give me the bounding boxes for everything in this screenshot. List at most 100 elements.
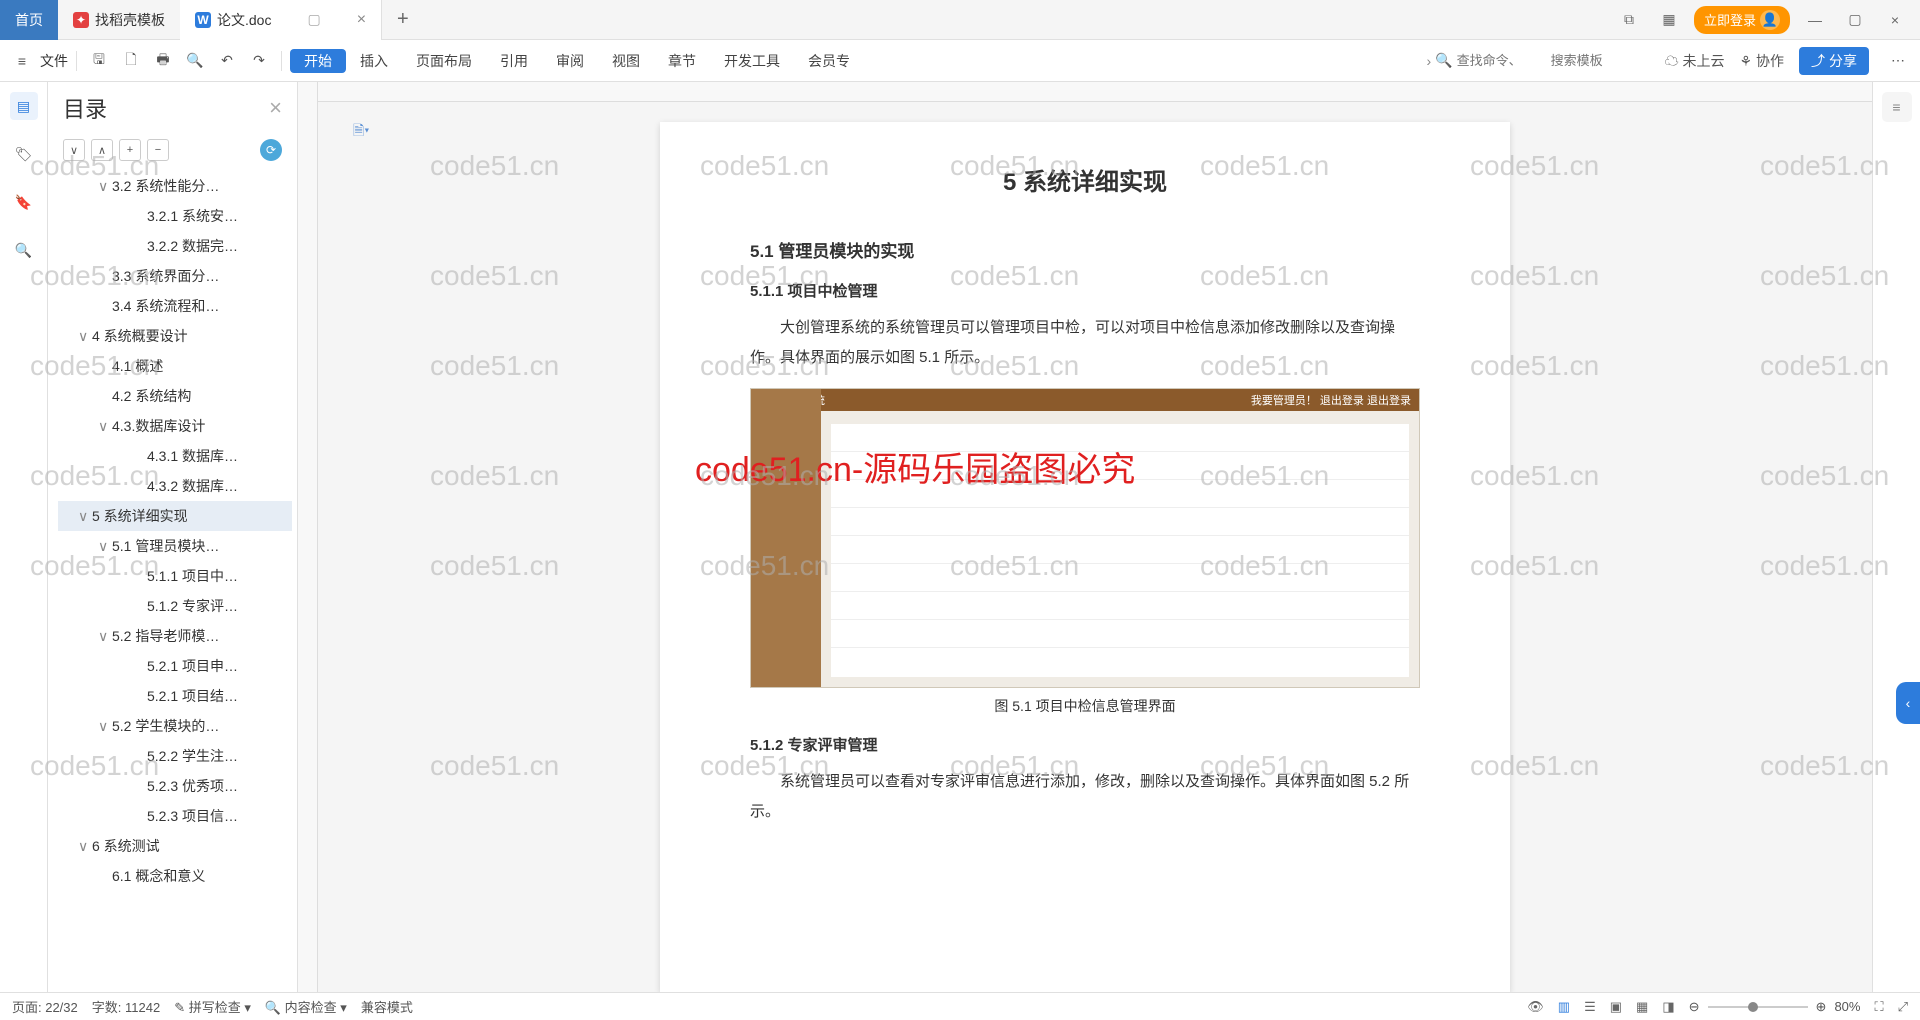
outline-tab-icon[interactable]: ▤: [10, 92, 38, 120]
menu-插入[interactable]: 插入: [346, 49, 402, 73]
settings-panel-icon[interactable]: ≡: [1882, 92, 1912, 122]
outline-item[interactable]: 5.2.2 学生注…: [58, 741, 292, 771]
search-commands-input[interactable]: [1457, 53, 1547, 68]
minimize-icon[interactable]: —: [1800, 12, 1830, 28]
side-handle[interactable]: ‹: [1896, 682, 1920, 724]
outline-item[interactable]: 3.4 系统流程和…: [58, 291, 292, 321]
outline-item[interactable]: 3.3 系统界面分…: [58, 261, 292, 291]
outline-item[interactable]: 4.2 系统结构: [58, 381, 292, 411]
maximize-icon[interactable]: ▢: [1840, 11, 1870, 28]
sync-badge-icon[interactable]: ⟳: [260, 139, 282, 161]
menu-开始[interactable]: 开始: [290, 49, 346, 73]
outline-item[interactable]: ∨6 系统测试: [58, 831, 292, 861]
chevron-down-icon[interactable]: ∨: [78, 838, 92, 855]
word-count[interactable]: 字数: 11242: [92, 997, 160, 1016]
tab-document[interactable]: W 论文.doc ▢ ×: [180, 0, 382, 40]
menu-章节[interactable]: 章节: [654, 49, 710, 73]
tab-home[interactable]: 首页: [0, 0, 58, 40]
layout1-icon[interactable]: ⧉: [1614, 11, 1644, 28]
close-panel-icon[interactable]: ×: [269, 95, 282, 121]
eye-icon[interactable]: 👁: [1527, 999, 1544, 1015]
fullscreen-icon[interactable]: ⤢: [1898, 999, 1908, 1015]
outline-item[interactable]: 3.2.1 系统安…: [58, 201, 292, 231]
cloud-status[interactable]: ☁ 未上云: [1665, 51, 1725, 71]
view1-icon[interactable]: ▥: [1558, 999, 1570, 1015]
undo-icon[interactable]: ↶: [213, 47, 241, 75]
zoom-out-icon[interactable]: ⊖: [1689, 999, 1700, 1015]
outline-item[interactable]: ∨5.2 指导老师模…: [58, 621, 292, 651]
chevron-down-icon[interactable]: ∨: [98, 538, 112, 555]
doc-marker-icon[interactable]: 🗎▾: [353, 120, 369, 144]
chevron-down-icon[interactable]: ∨: [98, 628, 112, 645]
tab-template[interactable]: ✦ 找稻壳模板: [58, 0, 180, 40]
add-icon[interactable]: +: [119, 139, 141, 161]
find-icon[interactable]: 🔍: [10, 236, 38, 264]
bookmark-icon[interactable]: 🔖: [10, 188, 38, 216]
outline-item[interactable]: 5.2.3 项目信…: [58, 801, 292, 831]
save-as-icon[interactable]: 🗋: [117, 47, 145, 75]
view5-icon[interactable]: ◨: [1662, 999, 1674, 1015]
search-templates-input[interactable]: [1551, 53, 1641, 68]
ruler-horizontal[interactable]: [318, 82, 1872, 102]
outline-item[interactable]: 5.2.1 项目结…: [58, 681, 292, 711]
tag-icon[interactable]: 🏷: [10, 140, 38, 168]
view3-icon[interactable]: ▣: [1610, 999, 1622, 1015]
outline-item[interactable]: 4.3.2 数据库…: [58, 471, 292, 501]
view2-icon[interactable]: ☰: [1584, 999, 1596, 1015]
outline-item[interactable]: 4.3.1 数据库…: [58, 441, 292, 471]
outline-item[interactable]: 3.2.2 数据完…: [58, 231, 292, 261]
menu-审阅[interactable]: 审阅: [542, 49, 598, 73]
menu-会员专[interactable]: 会员专: [794, 49, 864, 73]
close-window-icon[interactable]: ×: [1880, 12, 1910, 28]
chevron-down-icon[interactable]: ∨: [98, 418, 112, 435]
menu-页面布局[interactable]: 页面布局: [402, 49, 486, 73]
outline-item[interactable]: ∨4.3.数据库设计: [58, 411, 292, 441]
menu-引用[interactable]: 引用: [486, 49, 542, 73]
collapse-all-icon[interactable]: ∨: [63, 139, 85, 161]
expand-all-icon[interactable]: ∧: [91, 139, 113, 161]
outline-item[interactable]: 5.2.3 优秀项…: [58, 771, 292, 801]
preview-icon[interactable]: 🔍: [181, 47, 209, 75]
outline-item[interactable]: ∨4 系统概要设计: [58, 321, 292, 351]
outline-item[interactable]: 5.1.2 专家评…: [58, 591, 292, 621]
page-status[interactable]: 页面: 22/32: [12, 997, 78, 1016]
fit-icon[interactable]: ⛶: [1874, 999, 1883, 1015]
chevron-down-icon[interactable]: ∨: [78, 508, 92, 525]
chevron-right-icon[interactable]: ›: [1427, 53, 1432, 69]
redo-icon[interactable]: ↷: [245, 47, 273, 75]
chevron-down-icon[interactable]: ∨: [78, 328, 92, 345]
menu-icon[interactable]: ≡: [8, 47, 36, 75]
ruler-vertical[interactable]: [298, 82, 318, 992]
outline-item[interactable]: 4.1 概述: [58, 351, 292, 381]
new-tab-button[interactable]: +: [382, 8, 424, 31]
compat-mode[interactable]: 兼容模式: [361, 997, 413, 1016]
content-check-button[interactable]: 🔍 内容检查 ▾: [265, 997, 347, 1016]
more-icon[interactable]: ⋯: [1884, 47, 1912, 75]
tab-dock-icon[interactable]: ▢: [307, 11, 320, 28]
view4-icon[interactable]: ▦: [1636, 999, 1648, 1015]
menu-开发工具[interactable]: 开发工具: [710, 49, 794, 73]
menu-视图[interactable]: 视图: [598, 49, 654, 73]
chevron-down-icon[interactable]: ∨: [98, 718, 112, 735]
outline-item[interactable]: 6.1 概念和意义: [58, 861, 292, 891]
zoom-in-icon[interactable]: ⊕: [1816, 999, 1827, 1015]
outline-item[interactable]: ∨5 系统详细实现: [58, 501, 292, 531]
close-icon[interactable]: ×: [357, 11, 366, 29]
spellcheck-button[interactable]: ✎ 拼写检查 ▾: [174, 997, 251, 1016]
zoom-value[interactable]: 80%: [1834, 999, 1860, 1014]
outline-item[interactable]: 5.2.1 项目申…: [58, 651, 292, 681]
login-button[interactable]: 立即登录 👤: [1694, 6, 1790, 34]
file-menu[interactable]: 文件: [40, 51, 68, 71]
collaborate-button[interactable]: ⚘ 协作: [1740, 51, 1784, 71]
save-icon[interactable]: 🖫: [85, 47, 113, 75]
outline-item[interactable]: ∨3.2 系统性能分…: [58, 171, 292, 201]
outline-item[interactable]: ∨5.2 学生模块的…: [58, 711, 292, 741]
print-icon[interactable]: 🖶: [149, 47, 177, 75]
share-button[interactable]: ⤴ 分享: [1799, 47, 1869, 75]
apps-icon[interactable]: ▦: [1654, 11, 1684, 28]
document-area[interactable]: 🗎▾ 5 系统详细实现 5.1 管理员模块的实现 5.1.1 项目中检管理 大创…: [298, 82, 1872, 992]
outline-item[interactable]: ∨5.1 管理员模块…: [58, 531, 292, 561]
outline-item[interactable]: 5.1.1 项目中…: [58, 561, 292, 591]
zoom-slider[interactable]: [1708, 1006, 1808, 1008]
remove-icon[interactable]: −: [147, 139, 169, 161]
